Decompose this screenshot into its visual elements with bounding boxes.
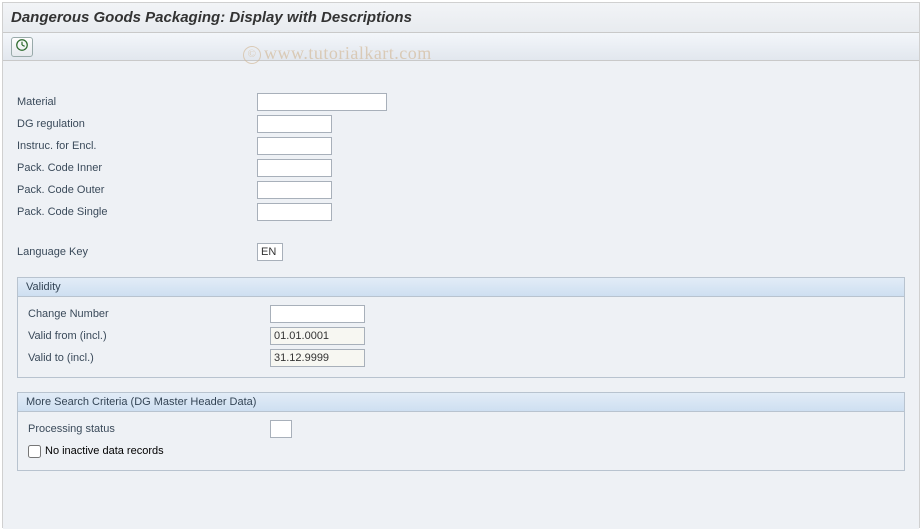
dg-regulation-label: DG regulation xyxy=(17,118,257,130)
execute-clock-icon xyxy=(15,38,29,55)
execute-button[interactable] xyxy=(11,37,33,57)
instruc-encl-label: Instruc. for Encl. xyxy=(17,140,257,152)
pack-code-outer-label: Pack. Code Outer xyxy=(17,184,257,196)
dg-regulation-input[interactable] xyxy=(257,115,332,133)
app-window: Dangerous Goods Packaging: Display with … xyxy=(2,2,920,528)
valid-from-label: Valid from (incl.) xyxy=(28,330,270,342)
valid-to-label: Valid to (incl.) xyxy=(28,352,270,364)
content-area: ©www.tutorialkart.com Material DG regula… xyxy=(3,61,919,529)
pack-code-inner-label: Pack. Code Inner xyxy=(17,162,257,174)
processing-status-input[interactable] xyxy=(270,420,292,438)
toolbar xyxy=(3,33,919,61)
pack-code-outer-input[interactable] xyxy=(257,181,332,199)
more-criteria-group: More Search Criteria (DG Master Header D… xyxy=(17,392,905,471)
more-criteria-title: More Search Criteria (DG Master Header D… xyxy=(18,393,904,412)
pack-code-single-label: Pack. Code Single xyxy=(17,206,257,218)
page-title: Dangerous Goods Packaging: Display with … xyxy=(3,3,919,33)
material-input[interactable] xyxy=(257,93,387,111)
language-key-label: Language Key xyxy=(17,246,257,258)
instruc-encl-input[interactable] xyxy=(257,137,332,155)
pack-code-single-input[interactable] xyxy=(257,203,332,221)
change-number-label: Change Number xyxy=(28,308,270,320)
change-number-input[interactable] xyxy=(270,305,365,323)
validity-group: Validity Change Number Valid from (incl.… xyxy=(17,277,905,378)
valid-from-input[interactable] xyxy=(270,327,365,345)
validity-title: Validity xyxy=(18,278,904,297)
language-key-input[interactable] xyxy=(257,243,283,261)
valid-to-input[interactable] xyxy=(270,349,365,367)
no-inactive-label: No inactive data records xyxy=(45,445,164,457)
material-label: Material xyxy=(17,96,257,108)
processing-status-label: Processing status xyxy=(28,423,270,435)
pack-code-inner-input[interactable] xyxy=(257,159,332,177)
no-inactive-checkbox[interactable] xyxy=(28,445,41,458)
